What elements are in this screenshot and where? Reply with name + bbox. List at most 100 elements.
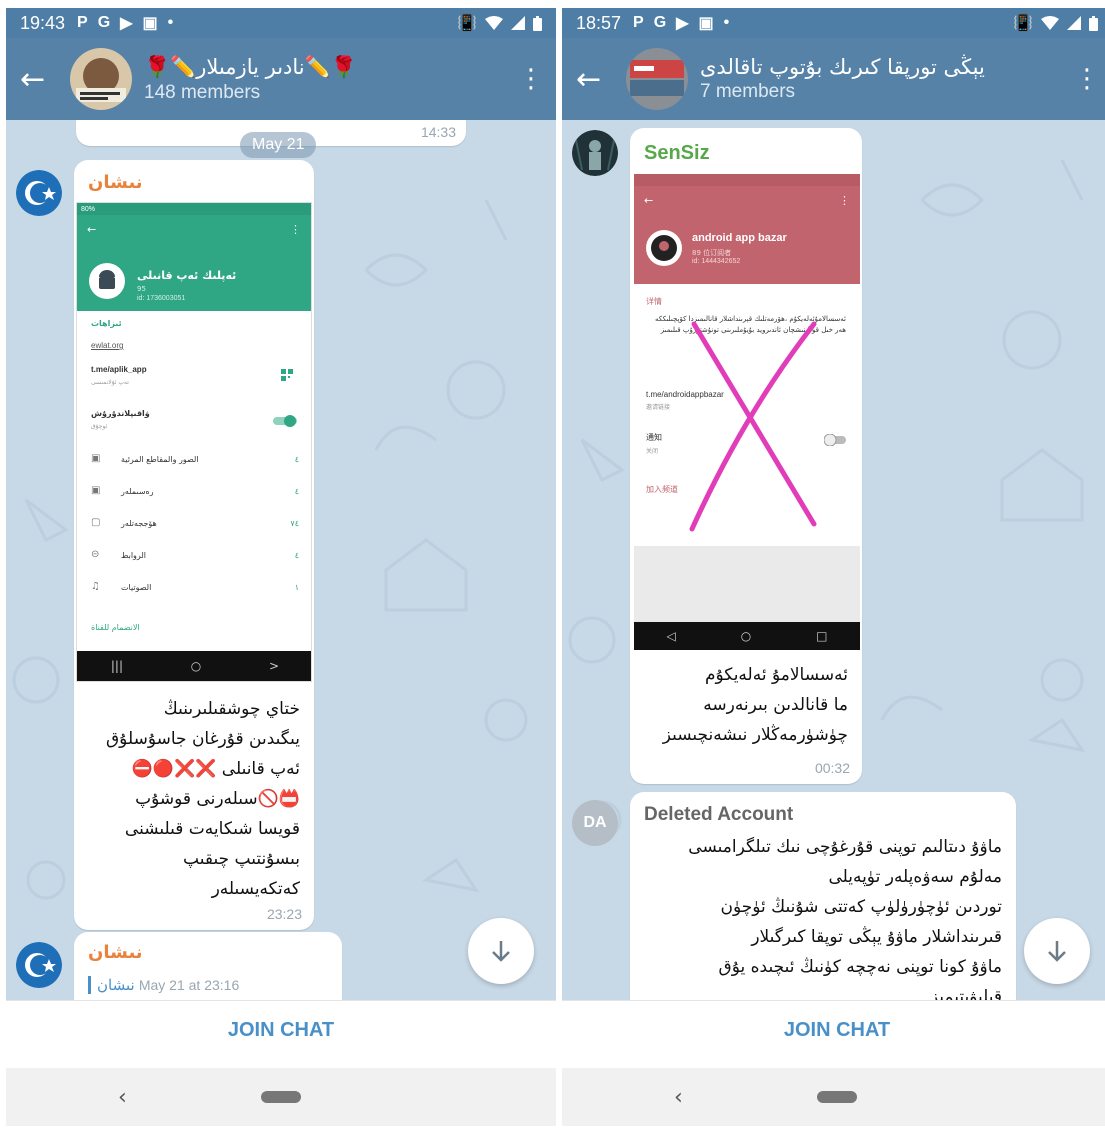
nav-back-icon[interactable]: ‹ [674,1085,683,1110]
app-notification-icon: P [77,14,88,31]
group-avatar[interactable] [626,48,688,110]
shot-row-count: ٧٤ [290,519,299,528]
group-title[interactable]: يېڭى تورپقا كىرىك بۇتوپ تاقالدى [700,55,1074,79]
shot-notify-sub: 关闭 [646,449,659,455]
shot-sub1: 89 位订阅者 [692,249,732,257]
sender-avatar[interactable] [572,130,618,176]
more-vertical-icon[interactable]: ⋮ [518,64,544,94]
shot-row: الصور والمقاطع المرئية [121,455,199,464]
chat-area[interactable]: 14:33 May 21 نىشان 80% ← ⋮ ئەپلىك ئەپ قا… [6,120,556,1000]
status-bar: 18:57 P G ▶ ▣ • 📳 [562,8,1105,38]
shot-menu-icon: ⋮ [839,194,850,207]
message-text: ختاي چوشقىلىرىنىڭ يىگىدىن قۇرغان جاسۇسلۇ… [105,699,300,899]
nav-home-pill[interactable] [261,1091,301,1103]
member-count: 148 members [144,81,261,103]
back-arrow-icon[interactable]: ← [20,62,70,97]
shot-row: ھۆججەتلەر [121,519,157,528]
shot-menu-icon: ⋮ [290,223,301,236]
message-time: 14:33 [420,124,456,140]
app-notification-icon: P [633,14,644,31]
back-arrow-icon[interactable]: ← [576,62,626,97]
quote-time: May 21 at 23:16 [138,977,240,993]
shot-id: id: 1736003051 [137,295,186,302]
shot-members: 95 [137,285,146,293]
toggle-on-icon [273,415,297,427]
qr-icon [281,369,293,381]
shot-row-count: ١ [294,583,299,592]
shot-channel-header: ← ⋮ android app bazar 89 位订阅者 id: 144434… [634,186,860,284]
notification-icons: P G ▶ ▣ • [77,13,173,33]
sender-avatar[interactable] [16,170,62,216]
status-time: 18:57 [576,12,622,33]
play-icon: ▶ [676,15,689,32]
chat-header: ← 🌹✏️نادىر يازمىلار✏️🌹 148 members ⋮ [6,38,556,120]
google-icon: G [97,14,111,31]
shot-channel-name: ئەپلىك ئەپ قانىلى [137,269,237,282]
play-icon: ▶ [120,15,133,32]
shot-back-icon: ← [87,223,97,236]
chat-area[interactable]: SenSiz ← ⋮ android app bazar 89 位订阅者 id:… [562,120,1105,1000]
sender-name[interactable]: نىشان [88,942,143,963]
flag-avatar-icon [16,942,62,988]
message-bubble[interactable]: SenSiz ← ⋮ android app bazar 89 位订阅者 id:… [630,128,862,784]
attached-screenshot[interactable]: 80% ← ⋮ ئەپلىك ئەپ قانىلى 95 id: 1736003… [76,202,312,682]
message-time: 23:23 [266,906,302,922]
notification-icons: P G ▶ ▣ • [633,13,729,33]
shot-link2-sub: تەپ ئۇلانمىسى [91,379,129,386]
shot-channel-header: ← ⋮ ئەپلىك ئەپ قانىلى 95 id: 1736003051 [77,215,311,311]
shot-notify-sub: ئوچۇق [91,423,108,430]
attached-screenshot[interactable]: ← ⋮ android app bazar 89 位订阅者 id: 144434… [634,174,860,650]
message-time: 00:32 [814,760,850,776]
shot-join: 加入频道 [646,485,678,494]
system-nav-bar: ‹ [562,1068,1105,1126]
reply-quote[interactable]: نىشان May 21 at 23:16 [88,976,239,994]
join-chat-button[interactable]: JOIN CHAT [6,1000,556,1060]
arrow-down-icon [492,941,510,962]
status-bar: 19:43 P G ▶ ▣ • 📳 [6,8,556,38]
nav-home-pill[interactable] [817,1091,857,1103]
member-count: 7 members [700,81,796,102]
message-bubble[interactable]: Deleted Account ماۋۇ دىتالىم توپنى قۇرغۇ… [630,792,1016,1000]
vibrate-icon: 📳 [1013,15,1033,32]
signal-icon [511,16,525,30]
scroll-down-button[interactable] [468,918,534,984]
system-icons: 📳 [1013,13,1098,33]
message-bubble[interactable]: نىشان نىشان May 21 at 23:16 [74,932,342,1000]
download-icon: ▣ [142,15,158,32]
sender-avatar[interactable] [16,942,62,988]
quote-sender: نىشان [97,977,135,994]
shot-row: رەسىملەر [121,487,154,496]
toggle-off-icon [824,434,846,446]
nav-back-icon[interactable]: ‹ [118,1085,127,1110]
battery-icon [533,15,542,31]
more-vertical-icon[interactable]: ⋮ [1074,64,1100,94]
shot-media-rows: ▣ الصور والمقاطع المرئية ٤ ▣ رەسىملەر ٤ ▢ ھۆج… [91,453,299,592]
shot-link2: t.me/aplik_app [91,365,147,374]
android-icon [89,263,125,299]
join-chat-button[interactable]: JOIN CHAT [562,1000,1105,1060]
status-time: 19:43 [20,12,66,33]
shot-back-icon: ← [644,194,654,207]
sender-avatar[interactable]: DA [572,800,618,846]
shot-sub2: id: 1444342652 [692,258,741,265]
download-icon: ▣ [698,15,714,32]
system-icons: 📳 [457,13,542,33]
dot-icon: • [723,14,730,31]
sender-name[interactable]: نىشان [88,172,143,193]
shot-row-count: ٤ [294,455,299,464]
message-text: ئەسسالامۇ ئەلەيكۇم ما قانالدىن بىرنەرسە … [662,665,848,745]
sender-name[interactable]: SenSiz [644,142,710,165]
shot-link1: ewlat.org [91,341,124,350]
sender-name[interactable]: Deleted Account [644,804,793,826]
message-bubble[interactable]: نىشان 80% ← ⋮ ئەپلىك ئەپ قانىلى 95 id: 1… [74,160,314,930]
shot-section: ئىزاھات [91,319,122,328]
scroll-down-button[interactable] [1024,918,1090,984]
group-title[interactable]: 🌹✏️نادىر يازمىلار✏️🌹 [144,55,518,80]
shot-status-bar [634,174,860,186]
group-avatar[interactable] [70,48,132,110]
shot-status-bar: 80% [77,203,311,215]
shot-notify: 通知 [646,433,662,442]
battery-icon [1089,15,1098,31]
chat-header: ← يېڭى تورپقا كىرىك بۇتوپ تاقالدى 7 memb… [562,38,1105,120]
arrow-down-icon [1048,941,1066,962]
